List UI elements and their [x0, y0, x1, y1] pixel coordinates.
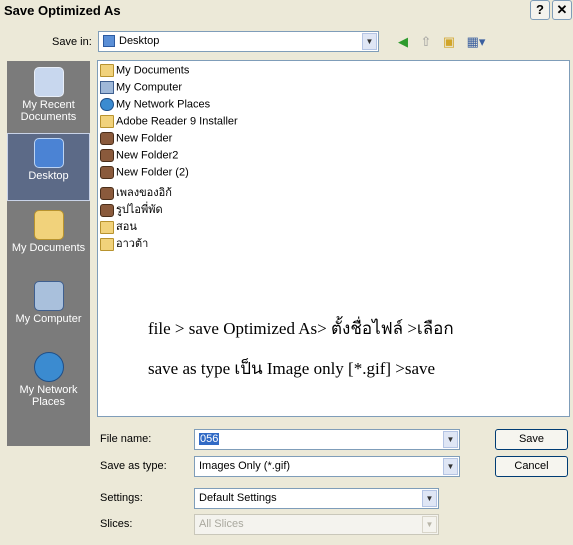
close-button[interactable]: ✕: [552, 0, 572, 20]
chevron-down-icon: ▼: [422, 516, 437, 533]
save-in-label: Save in:: [52, 36, 92, 48]
photo-folder-icon: [100, 186, 114, 200]
slices-value: All Slices: [199, 518, 244, 530]
desktop-icon: [33, 138, 64, 168]
settings-dropdown[interactable]: Default Settings ▼: [194, 488, 439, 509]
list-item[interactable]: My Computer: [100, 81, 182, 97]
list-item[interactable]: รูปไอพี่พัด: [100, 200, 163, 217]
save-button[interactable]: Save: [495, 429, 568, 450]
new-folder-icon[interactable]: ▣: [440, 33, 458, 51]
save-as-type-value: Images Only (*.gif): [199, 460, 291, 472]
slices-label: Slices:: [100, 518, 133, 530]
places-bar: My Recent Documents Desktop My Documents…: [7, 61, 90, 446]
folder-icon: [100, 115, 114, 128]
place-my-computer[interactable]: My Computer: [7, 277, 90, 345]
cancel-button[interactable]: Cancel: [495, 456, 568, 477]
place-network-places[interactable]: My Network Places: [7, 348, 90, 416]
item-label: My Documents: [116, 64, 190, 77]
view-menu-icon[interactable]: ▦▾: [464, 33, 488, 51]
list-item[interactable]: New Folder2: [100, 149, 178, 165]
file-name-label: File name:: [100, 433, 152, 445]
save-in-value: Desktop: [103, 35, 159, 48]
list-item[interactable]: New Folder (2): [100, 166, 189, 182]
photo-folder-icon: [100, 149, 114, 162]
list-item[interactable]: อาวต้า: [100, 234, 149, 251]
place-recent-documents[interactable]: My Recent Documents: [7, 63, 90, 131]
slices-dropdown: All Slices ▼: [194, 514, 439, 535]
place-label: My Network Places: [19, 384, 78, 408]
help-button[interactable]: ?: [530, 0, 550, 20]
file-name-value[interactable]: 056: [199, 433, 220, 445]
item-label: My Computer: [116, 81, 183, 94]
my-documents-icon: [33, 210, 64, 240]
place-my-documents[interactable]: My Documents: [7, 206, 90, 274]
list-item[interactable]: New Folder: [100, 132, 172, 148]
chevron-down-icon[interactable]: ▼: [422, 490, 437, 507]
instruction-line-2: save as type เป็น Image only [*.gif] >sa…: [148, 359, 436, 378]
list-item[interactable]: My Network Places: [100, 98, 210, 114]
place-label: Desktop: [28, 170, 69, 182]
item-label: Adobe Reader 9 Installer: [116, 115, 238, 128]
list-item[interactable]: เพลงของอิก้: [100, 183, 172, 200]
chevron-down-icon[interactable]: ▼: [443, 431, 458, 448]
item-label: New Folder (2): [116, 166, 189, 179]
settings-label: Settings:: [100, 492, 143, 504]
my-computer-icon: [33, 281, 64, 311]
desktop-small-icon: [103, 35, 115, 48]
place-desktop[interactable]: Desktop: [7, 133, 90, 201]
network-icon: [100, 98, 114, 111]
place-label: My Computer: [15, 313, 82, 325]
photo-folder-icon: [100, 166, 114, 179]
folder-icon: [100, 237, 114, 251]
item-label: My Network Places: [116, 98, 211, 111]
photo-folder-icon: [100, 132, 114, 145]
window-title: Save Optimized As: [4, 3, 121, 18]
computer-icon: [100, 81, 114, 94]
list-item[interactable]: My Documents: [100, 64, 189, 80]
item-label: รูปไอพี่พัด: [116, 204, 163, 216]
up-folder-icon[interactable]: ⇧: [417, 33, 435, 51]
folder-icon: [100, 220, 114, 234]
item-label: อาวต้า: [116, 238, 149, 250]
folder-icon: [100, 64, 114, 77]
save-in-dropdown[interactable]: Desktop ▼: [98, 31, 379, 52]
list-item[interactable]: สอน: [100, 217, 137, 234]
chevron-down-icon[interactable]: ▼: [362, 33, 377, 50]
network-places-icon: [33, 352, 64, 382]
chevron-down-icon[interactable]: ▼: [443, 458, 458, 475]
back-icon[interactable]: ◀: [394, 33, 412, 51]
recent-documents-icon: [33, 67, 64, 97]
save-as-type-label: Save as type:: [100, 460, 167, 472]
place-label: My Documents: [11, 242, 86, 254]
instruction-line-1: file > save Optimized As> ตั้งชื่อไฟล์ >…: [148, 319, 454, 338]
photo-folder-icon: [100, 203, 114, 217]
title-bar: Save Optimized As ? ✕: [0, 0, 573, 22]
item-label: สอน: [116, 221, 137, 233]
list-item[interactable]: Adobe Reader 9 Installer: [100, 115, 238, 131]
item-label: New Folder2: [116, 149, 179, 162]
place-label: My Recent Documents: [20, 99, 77, 123]
item-label: New Folder: [116, 132, 173, 145]
settings-value: Default Settings: [199, 492, 277, 504]
save-as-type-dropdown[interactable]: Images Only (*.gif) ▼: [194, 456, 460, 477]
item-label: เพลงของอิก้: [116, 187, 172, 199]
file-name-field[interactable]: 056 ▼: [194, 429, 460, 450]
